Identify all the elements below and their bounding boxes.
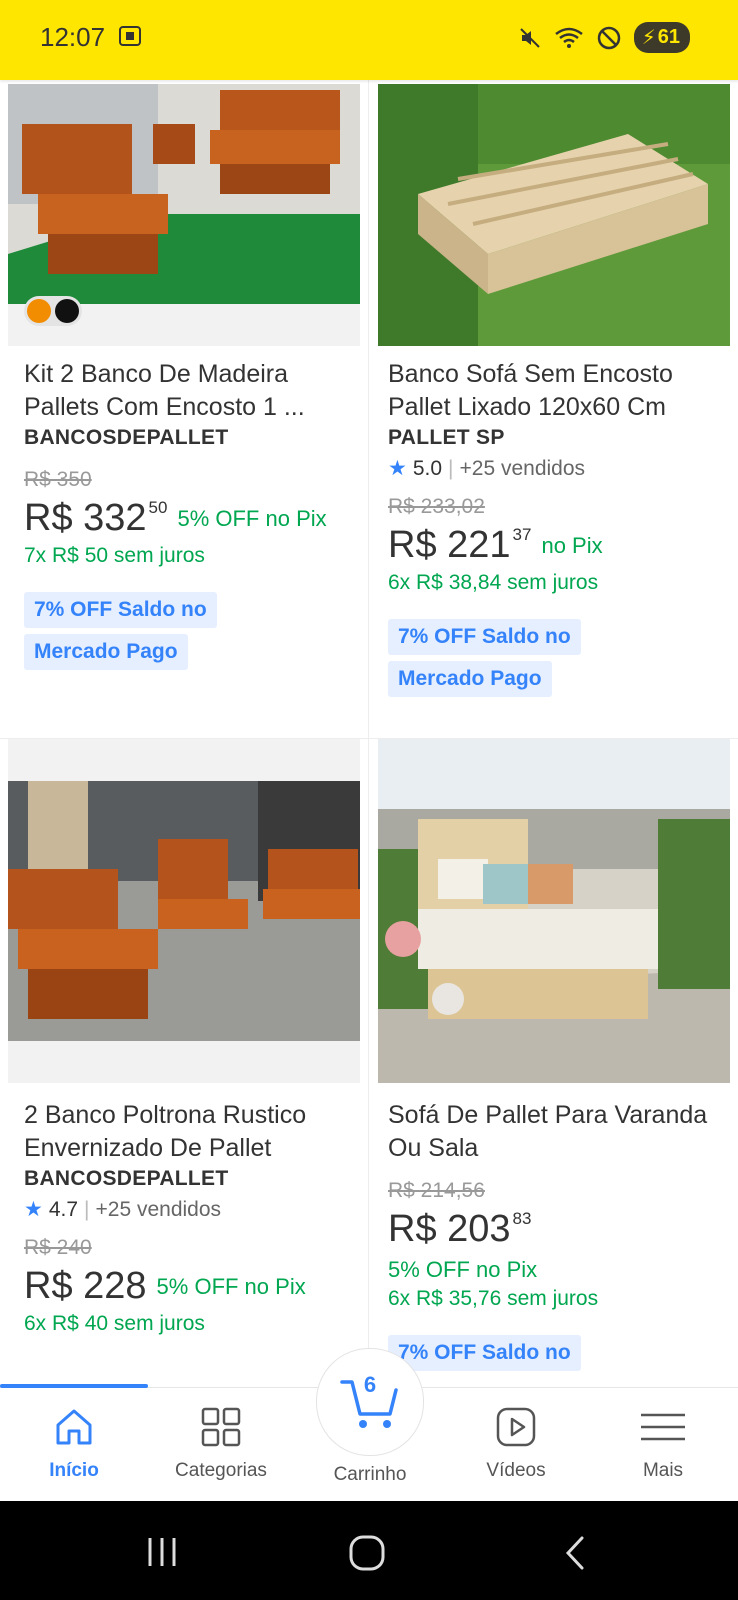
product-title[interactable]: 2 Banco Poltrona Rustico Envernizado De … [24, 1099, 352, 1165]
product-title[interactable]: Kit 2 Banco De Madeira Pallets Com Encos… [24, 358, 352, 424]
nav-categories[interactable]: Categorias [161, 1402, 281, 1482]
price-row: R$ 203 83 [388, 1207, 722, 1251]
nav-videos-label: Vídeos [486, 1460, 546, 1481]
status-bar: 12:07 ⚡ 61 [0, 0, 738, 80]
product-image[interactable] [8, 739, 360, 1083]
pix-discount: 5% OFF no Pix [177, 506, 327, 531]
star-icon: ★ [24, 1198, 43, 1221]
active-tab-indicator [0, 1384, 148, 1388]
installments: 6x R$ 35,76 sem juros [388, 1287, 599, 1310]
nav-more-label: Mais [642, 1460, 684, 1481]
pix-discount: 5% OFF no Pix [156, 1274, 306, 1299]
product-title[interactable]: Banco Sofá Sem Encosto Pallet Lixado 120… [388, 358, 722, 424]
price-row: R$ 332 50 5% OFF no Pix [24, 496, 352, 540]
nav-videos[interactable]: Vídeos [456, 1402, 576, 1482]
nav-categories-label: Categorias [175, 1460, 267, 1481]
product-card[interactable]: 2 Banco Poltrona Rustico Envernizado De … [0, 739, 360, 1387]
old-price: R$ 214,56 [388, 1179, 485, 1202]
rating-separator: | [84, 1197, 90, 1221]
promo-tag: 7% OFF Saldo no Mercado Pago [388, 609, 638, 697]
rating-value: 4.7 [48, 1197, 79, 1221]
nav-more[interactable]: Mais [603, 1402, 723, 1482]
price-cents: 37 [512, 525, 532, 544]
price: R$ 332 [24, 497, 147, 539]
price-cents: 83 [512, 1209, 532, 1228]
pix-discount: no Pix [541, 533, 603, 558]
product-info: Banco Sofá Sem Encosto Pallet Lixado 120… [388, 358, 722, 697]
installments: 7x R$ 50 sem juros [24, 544, 205, 567]
battery-level: 61 [657, 26, 680, 48]
cart-count-badge: 6 [363, 1372, 377, 1397]
bottom-navigation: Início Categorias 6 Carrinho Vídeos Mais [0, 1348, 738, 1501]
product-title[interactable]: Sofá De Pallet Para Varanda Ou Sala [388, 1099, 722, 1165]
old-price: R$ 233,02 [388, 495, 485, 518]
price: R$ 228 [24, 1265, 147, 1307]
price: R$ 221 [388, 524, 511, 566]
product-info: 2 Banco Poltrona Rustico Envernizado De … [24, 1099, 352, 1336]
color-swatch-orange[interactable] [27, 299, 51, 323]
rating-value: 5.0 [412, 456, 443, 480]
installments: 6x R$ 38,84 sem juros [388, 571, 599, 594]
product-seller: BANCOSDEPALLET [24, 1167, 229, 1190]
recent-apps-icon[interactable] [144, 1534, 180, 1570]
home-icon [14, 1402, 134, 1452]
sold-count: +25 vendidos [95, 1197, 222, 1221]
old-price: R$ 350 [24, 468, 92, 491]
wifi-icon [554, 27, 583, 48]
system-navigation-bar [0, 1500, 738, 1600]
nav-home-label: Início [49, 1460, 99, 1481]
product-image[interactable] [378, 739, 730, 1083]
star-icon: ★ [388, 457, 407, 480]
play-video-icon [456, 1402, 576, 1452]
rating-separator: | [448, 456, 454, 480]
old-price: R$ 240 [24, 1236, 92, 1259]
price-row: R$ 228 5% OFF no Pix [24, 1264, 352, 1308]
nav-cart-label[interactable]: Carrinho [310, 1464, 430, 1486]
promo-tag-line: 7% OFF Saldo no [388, 619, 581, 655]
back-icon[interactable] [560, 1534, 590, 1572]
do-not-disturb-icon [597, 26, 620, 49]
screen-record-icon [119, 26, 141, 46]
product-grid: Kit 2 Banco De Madeira Pallets Com Encos… [0, 80, 738, 1387]
color-swatch-black[interactable] [55, 299, 79, 323]
product-seller: BANCOSDEPALLET [24, 426, 229, 449]
price: R$ 203 [388, 1208, 511, 1250]
promo-tag: 7% OFF Saldo no Mercado Pago [24, 582, 274, 670]
product-seller: PALLET SP [388, 426, 505, 449]
battery-indicator: ⚡ 61 [633, 22, 690, 53]
color-swatches[interactable] [24, 296, 82, 326]
price-row: R$ 221 37 no Pix [388, 523, 722, 567]
pix-discount: 5% OFF no Pix [388, 1257, 538, 1282]
product-card[interactable]: Kit 2 Banco De Madeira Pallets Com Encos… [0, 80, 360, 738]
product-info: Sofá De Pallet Para Varanda Ou Sala R$ 2… [388, 1099, 722, 1371]
mute-icon [519, 27, 540, 48]
product-card[interactable]: Sofá De Pallet Para Varanda Ou Sala R$ 2… [370, 739, 730, 1387]
cart-button[interactable] [316, 1348, 424, 1456]
promo-tag-line: 7% OFF Saldo no [24, 592, 217, 628]
grid-icon [161, 1402, 281, 1452]
price-cents: 50 [148, 498, 168, 517]
product-card[interactable]: Banco Sofá Sem Encosto Pallet Lixado 120… [370, 80, 730, 738]
product-info: Kit 2 Banco De Madeira Pallets Com Encos… [24, 358, 352, 670]
sold-count: +25 vendidos [459, 456, 586, 480]
status-time: 12:07 [40, 22, 106, 52]
menu-icon [603, 1402, 723, 1452]
promo-tag-line: Mercado Pago [388, 661, 552, 697]
home-button-icon[interactable] [348, 1534, 386, 1572]
installments: 6x R$ 40 sem juros [24, 1312, 205, 1335]
status-icons: ⚡ 61 [518, 22, 690, 53]
battery-bolt-icon: ⚡ [641, 27, 656, 49]
promo-tag-line: 7% OFF Saldo no [388, 1335, 581, 1371]
product-rating: ★ 5.0 | +25 vendidos [388, 456, 722, 481]
promo-tag: 7% OFF Saldo no [388, 1325, 638, 1371]
product-image[interactable] [378, 84, 730, 346]
nav-home[interactable]: Início [14, 1402, 134, 1482]
grid-divider [368, 80, 369, 1387]
product-rating: ★ 4.7 | +25 vendidos [24, 1197, 352, 1222]
promo-tag-line: Mercado Pago [24, 634, 188, 670]
